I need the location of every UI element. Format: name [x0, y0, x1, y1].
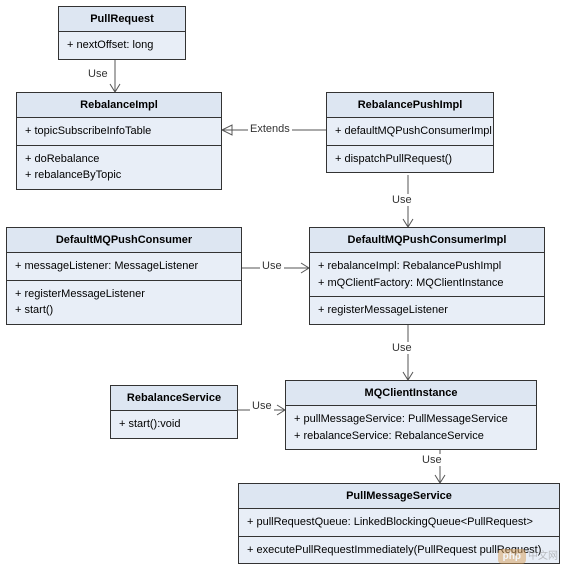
class-attrs: + pullMessageService: PullMessageService… [286, 406, 536, 449]
label-use-6: Use [420, 454, 444, 466]
label-use-3: Use [260, 260, 284, 272]
label-use-1: Use [86, 68, 110, 80]
class-title: DefaultMQPushConsumer [7, 228, 241, 253]
watermark-text: 中文网 [528, 551, 558, 562]
class-methods: + doRebalance + rebalanceByTopic [17, 146, 221, 189]
label-use-5: Use [250, 400, 274, 412]
label-use-2: Use [390, 194, 414, 206]
class-attrs: + topicSubscribeInfoTable [17, 118, 221, 146]
class-methods: + start():void [111, 411, 237, 438]
class-methods: + dispatchPullRequest() [327, 146, 493, 173]
class-attrs: + rebalanceImpl: RebalancePushImpl + mQC… [310, 253, 544, 297]
class-rebalanceimpl: RebalanceImpl + topicSubscribeInfoTable … [16, 92, 222, 190]
watermark-badge: php [498, 549, 526, 564]
class-rebalanceservice: RebalanceService + start():void [110, 385, 238, 439]
class-title: RebalanceImpl [17, 93, 221, 118]
class-methods: + registerMessageListener + start() [7, 281, 241, 324]
class-title: PullMessageService [239, 484, 559, 509]
class-attrs: + messageListener: MessageListener [7, 253, 241, 281]
label-use-4: Use [390, 342, 414, 354]
class-title: RebalancePushImpl [327, 93, 493, 118]
class-attrs: + pullRequestQueue: LinkedBlockingQueue<… [239, 509, 559, 537]
class-title: RebalanceService [111, 386, 237, 411]
class-methods: + registerMessageListener [310, 297, 544, 324]
label-extends: Extends [248, 123, 292, 135]
class-title: PullRequest [59, 7, 185, 32]
class-mqclientinstance: MQClientInstance + pullMessageService: P… [285, 380, 537, 450]
watermark: php中文网 [498, 547, 558, 564]
class-rebalancepushimpl: RebalancePushImpl + defaultMQPushConsume… [326, 92, 494, 173]
class-title: MQClientInstance [286, 381, 536, 406]
class-attrs: + nextOffset: long [59, 32, 185, 59]
class-defaultmqpushconsumer: DefaultMQPushConsumer + messageListener:… [6, 227, 242, 325]
class-title: DefaultMQPushConsumerImpl [310, 228, 544, 253]
class-defaultmqpushconsumerimpl: DefaultMQPushConsumerImpl + rebalanceImp… [309, 227, 545, 325]
class-pullrequest: PullRequest + nextOffset: long [58, 6, 186, 60]
class-attrs: + defaultMQPushConsumerImpl [327, 118, 493, 146]
